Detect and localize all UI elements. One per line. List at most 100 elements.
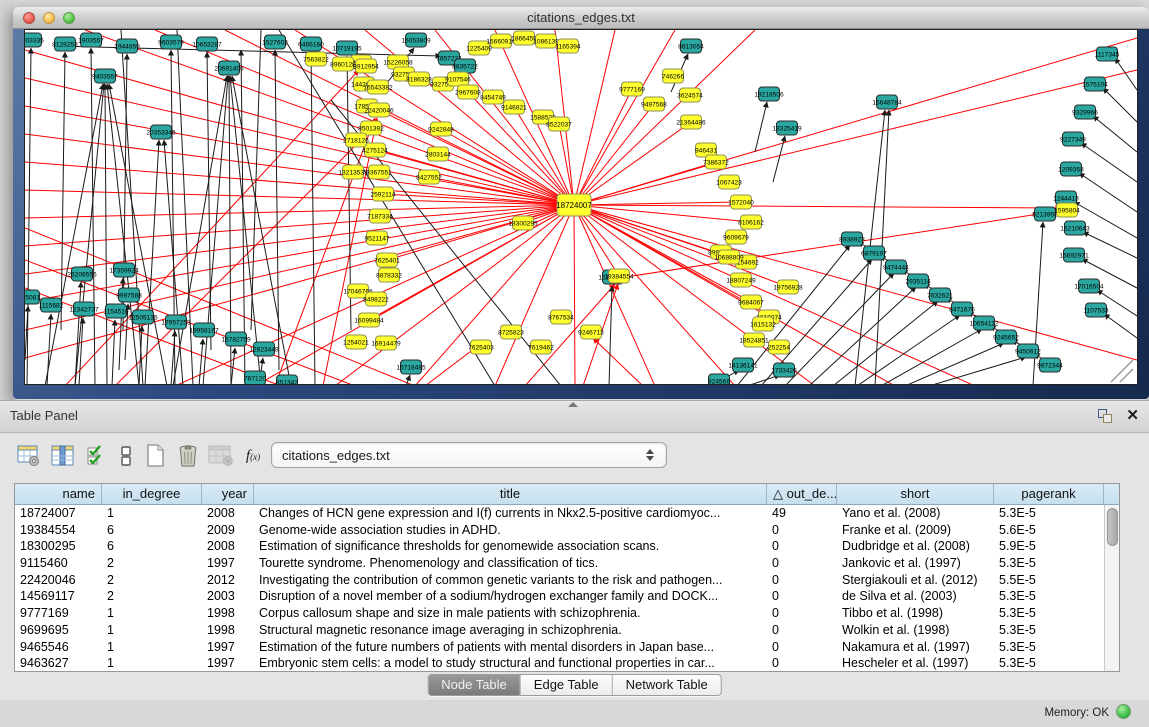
table-cell[interactable]: 5.5E-5 [994,572,1104,589]
yellow-node[interactable]: 18807249 [726,273,756,287]
teal-node[interactable]: 924566 [708,374,730,385]
table-cell[interactable]: 5.9E-5 [994,538,1104,555]
teal-node[interactable]: 8835722 [452,59,478,73]
teal-node[interactable]: 9329966 [1072,105,1098,119]
teal-node[interactable]: 20353346 [146,125,176,139]
teal-node[interactable]: 8128253 [52,37,78,51]
teal-node[interactable]: 851342 [276,375,298,385]
delete-trash-icon[interactable] [175,442,201,470]
yellow-node[interactable]: 7619462 [528,340,554,354]
table-cell[interactable]: 0 [767,655,837,671]
yellow-node[interactable]: 2592114 [370,187,396,201]
red-edge[interactable] [574,38,1137,205]
table-row[interactable]: 1830029562008Estimation of significance … [15,538,1104,555]
table-cell[interactable]: Estimation of the future numbers of pati… [254,639,767,656]
table-cell[interactable]: Changes of HCN gene expression and I(f) … [254,505,767,522]
black-edge[interactable] [1104,314,1137,338]
teal-node[interactable]: 1527602 [262,35,288,49]
table-cell[interactable]: 18724007 [15,505,102,522]
network-canvas[interactable]: 1903335812825319035571944859940355796035… [24,29,1138,385]
yellow-node[interactable]: 1254021 [343,335,369,349]
teal-node[interactable]: 16053809 [401,33,431,47]
teal-node[interactable]: 19218506 [754,87,784,101]
column-header-pagerank[interactable]: pagerank [994,484,1104,504]
table-cell[interactable]: 5.3E-5 [994,505,1104,522]
table-cell[interactable]: 6 [102,538,202,555]
black-edge[interactable] [1093,116,1137,152]
yellow-node[interactable]: 8427552 [416,170,442,184]
tab-network-table[interactable]: Network Table [612,675,721,695]
yellow-node[interactable]: 10688809 [714,250,744,264]
column-header-year[interactable]: year [202,484,254,504]
table-cell[interactable]: 0 [767,572,837,589]
teal-node[interactable]: 9872344 [1037,358,1063,372]
teal-node[interactable]: 1575104 [1082,77,1108,91]
black-edge[interactable] [55,46,441,56]
red-edge[interactable] [25,162,574,205]
table-cell[interactable]: 1 [102,655,202,671]
black-edge[interactable] [112,320,115,385]
yellow-node[interactable]: 9521147 [364,231,390,245]
table-row[interactable]: 977716911998Corpus callosum shape and si… [15,605,1104,622]
new-document-icon[interactable] [142,442,168,470]
close-panel-icon[interactable]: ✕ [1126,409,1139,423]
teal-node[interactable]: 8938923 [839,232,865,246]
yellow-node[interactable]: 16543382 [363,80,393,94]
teal-node[interactable]: 1209358 [1058,162,1084,176]
yellow-node[interactable]: 9246713 [578,325,604,339]
teal-node[interactable]: 9450612 [1015,344,1041,358]
tab-node-table[interactable]: Node Table [428,675,520,695]
yellow-node[interactable]: 252254 [768,340,790,354]
table-cell[interactable]: 5.6E-5 [994,522,1104,539]
splitter-handle-icon[interactable] [568,402,578,407]
table-cell[interactable]: Investigating the contribution of common… [254,572,767,589]
teal-node[interactable]: 9245652 [993,330,1019,344]
yellow-node[interactable]: 18300295 [508,216,538,230]
table-cell[interactable]: 0 [767,538,837,555]
red-edge[interactable] [574,205,575,385]
yellow-node[interactable]: 1067423 [716,175,742,189]
red-edge[interactable] [574,70,1137,205]
table-cell[interactable]: Disruption of a novel member of a sodium… [254,588,767,605]
yellow-node[interactable]: 8522037 [546,117,572,131]
table-cell[interactable]: 1 [102,639,202,656]
function-builder-icon[interactable]: f(x) [240,442,266,470]
black-edge[interactable] [881,329,982,385]
teal-node[interactable]: 17359924 [109,263,139,277]
teal-node[interactable]: 12342737 [69,302,99,316]
red-edge[interactable] [85,30,574,205]
yellow-node[interactable]: 9367551 [366,165,392,179]
teal-node[interactable]: 9403557 [92,69,118,83]
black-edge[interactable] [755,102,767,152]
table-row[interactable]: 969969511998Structural magnetic resonanc… [15,622,1104,639]
table-cell[interactable]: Genome-wide association studies in ADHD. [254,522,767,539]
yellow-node[interactable]: 19756928 [773,280,803,294]
red-edge[interactable] [441,129,574,205]
yellow-node[interactable]: 7625403 [468,340,494,354]
yellow-node[interactable]: 9242848 [428,122,454,136]
window-titlebar[interactable]: citations_edges.txt [13,7,1149,29]
yellow-node[interactable]: 21364486 [676,115,706,129]
table-cell[interactable]: Franke et al. (2009) [837,522,994,539]
table-cell[interactable]: 2 [102,572,202,589]
table-cell[interactable]: Yano et al. (2008) [837,505,994,522]
yellow-node[interactable]: 1615132 [750,317,776,331]
yellow-node[interactable]: 9146821 [501,100,527,114]
teal-node[interactable]: 17957253 [161,315,191,329]
yellow-node[interactable]: 2967608 [455,85,481,99]
yellow-node[interactable]: 9684067 [738,295,764,309]
table-row[interactable]: 1456911722003Disruption of a novel membe… [15,588,1104,605]
teal-node[interactable]: 8471676 [949,302,975,316]
black-edge[interactable] [833,301,938,385]
table-row[interactable]: 1872400712008Changes of HCN gene express… [15,505,1104,522]
yellow-node[interactable]: 8106162 [738,215,764,229]
table-cell[interactable]: 1 [102,505,202,522]
black-edge[interactable] [107,84,139,385]
black-edge[interactable] [1081,143,1137,182]
column-header-in_degree[interactable]: in_degree [102,484,202,504]
table-cell[interactable]: 0 [767,639,837,656]
red-edge[interactable] [25,190,574,205]
yellow-node[interactable]: 8454749 [480,90,506,104]
table-cell[interactable]: Structural magnetic resonance image aver… [254,622,767,639]
table-cell[interactable]: 5.3E-5 [994,605,1104,622]
